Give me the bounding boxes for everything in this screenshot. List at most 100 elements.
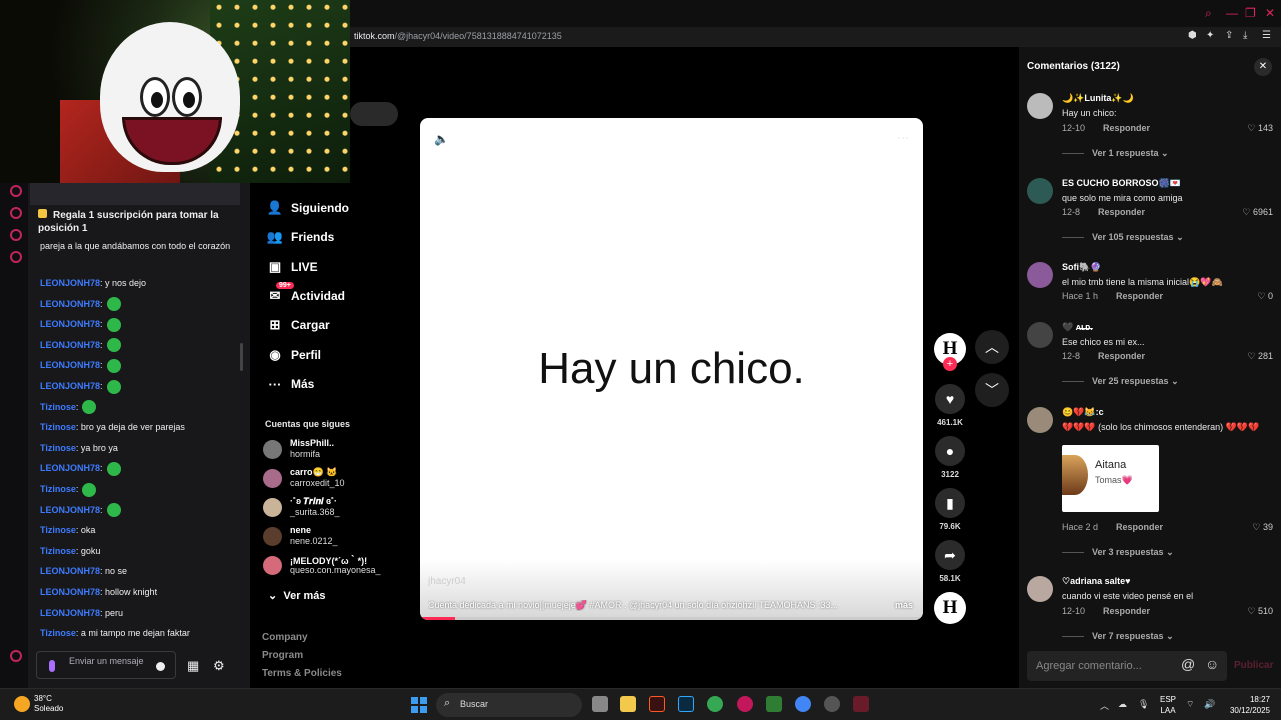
chat-username[interactable]: Tizinose — [40, 443, 76, 453]
store-icon[interactable]: ▦ — [187, 658, 199, 674]
reply-button[interactable]: Responder — [1103, 606, 1150, 616]
footer-link[interactable]: Terms & Policies — [262, 668, 342, 679]
more-options-icon[interactable]: ··· — [897, 130, 909, 144]
extensions-icon[interactable]: ✦ — [1206, 30, 1214, 41]
comment-likes[interactable]: ♡ 0 — [1257, 291, 1273, 302]
mic-icon[interactable]: 🎙 — [1138, 699, 1149, 710]
wifi-icon[interactable]: ⌔ — [1186, 699, 1194, 710]
top-pill-button[interactable] — [350, 102, 398, 126]
settings-icon[interactable]: ⚙ — [213, 658, 225, 674]
following-account[interactable]: MissPhill.. hormifa — [263, 436, 403, 462]
comment-author[interactable]: 🖤 ᴀ̶ʟ̶ᴅ̶. — [1062, 322, 1093, 333]
chat-username[interactable]: LEONJONH78 — [40, 340, 100, 350]
opera-gx-icon[interactable] — [824, 696, 840, 712]
chat-username[interactable]: LEONJONH78 — [40, 319, 100, 329]
nav-siguiendo[interactable]: 👤 Siguiendo — [264, 198, 349, 218]
taskbar-search[interactable]: ⌕ Buscar — [436, 693, 582, 717]
see-more-button[interactable]: ⌄ Ver más — [268, 589, 326, 602]
reply-button[interactable]: Responder — [1098, 351, 1145, 361]
comment-author[interactable]: 😊💔😹:c — [1062, 407, 1104, 418]
comment-likes[interactable]: ♡ 39 — [1252, 522, 1273, 533]
comment-likes[interactable]: ♡ 6961 — [1242, 207, 1273, 218]
chat-username[interactable]: LEONJONH78 — [40, 381, 100, 391]
publish-button[interactable]: Publicar — [1234, 660, 1273, 671]
nav-friends[interactable]: 👥 Friends — [264, 227, 334, 247]
comment-author[interactable]: 🌙✨Lunita✨🌙 — [1062, 93, 1134, 104]
reply-button[interactable]: Responder — [1098, 207, 1145, 217]
strip-icon[interactable] — [10, 185, 22, 197]
avatar[interactable] — [1027, 407, 1053, 433]
shield-icon[interactable]: ⬢ — [1188, 30, 1197, 41]
chat-username[interactable]: Tizinose — [40, 546, 76, 556]
task-view-icon[interactable] — [592, 696, 608, 712]
nav-live[interactable]: ▣ LIVE — [264, 257, 318, 277]
weather-widget[interactable]: 38°C Soleado — [14, 694, 63, 714]
share-icon[interactable]: ⇪ — [1225, 30, 1233, 41]
address-bar[interactable]: tiktok.com/@jhacyr04/video/7581318884741… — [350, 27, 1281, 47]
following-account[interactable]: nene nene.0212_ — [263, 523, 403, 549]
music-disc[interactable]: H — [934, 592, 966, 624]
menu-icon[interactable]: ☰ — [1262, 30, 1271, 41]
clock[interactable]: 18:27 30/12/2025 — [1222, 694, 1270, 716]
minimize-icon[interactable]: — — [1226, 6, 1238, 20]
chat-input[interactable]: Enviar un mensaje — [36, 651, 176, 679]
emote-picker-icon[interactable] — [156, 662, 165, 671]
comment-likes[interactable]: ♡ 281 — [1247, 351, 1273, 362]
avatar[interactable] — [1027, 93, 1053, 119]
nav-perfil[interactable]: ◉ Perfil — [264, 345, 321, 365]
download-icon[interactable]: ⤓ — [1243, 30, 1247, 41]
app-icon[interactable] — [853, 696, 869, 712]
bookmark-icon[interactable]: ▮ — [935, 488, 965, 518]
strip-icon[interactable] — [10, 650, 22, 662]
chat-username[interactable]: LEONJONH78 — [40, 278, 100, 288]
footer-link[interactable]: Program — [262, 650, 303, 661]
share-action[interactable]: ➦ 58.1K — [934, 540, 966, 583]
heart-icon[interactable]: ♥ — [935, 384, 965, 414]
chat-username[interactable]: Tizinose — [40, 628, 76, 638]
app-icon[interactable] — [766, 696, 782, 712]
sub-banner[interactable]: Regala 1 suscripción para tomar la posic… — [38, 209, 238, 235]
nav-actividad[interactable]: ✉ 99+ Actividad — [264, 282, 345, 306]
chat-username[interactable]: Tizinose — [40, 484, 76, 494]
comment-likes[interactable]: ♡ 143 — [1247, 123, 1273, 134]
nav-cargar[interactable]: ⊞ Cargar — [264, 315, 330, 335]
comment-attachment[interactable]: Aitana Tomas💗 — [1062, 445, 1159, 512]
video-progress[interactable] — [420, 617, 923, 620]
description-more-link[interactable]: más — [895, 600, 913, 610]
chat-username[interactable]: LEONJONH78 — [40, 360, 100, 370]
chat-username[interactable]: Tizinose — [40, 402, 76, 412]
following-account[interactable]: carro😁 🐱 carroxedit_10 — [263, 465, 403, 491]
mute-icon[interactable]: 🔈 — [434, 132, 449, 146]
emoji-icon[interactable]: ☺ — [1205, 656, 1219, 672]
photoshop-icon[interactable] — [678, 696, 694, 712]
next-video-button[interactable]: ﹀ — [975, 373, 1009, 407]
chrome-profile-icon[interactable] — [795, 696, 811, 712]
avatar[interactable] — [1027, 178, 1053, 204]
comment-likes[interactable]: ♡ 510 — [1247, 606, 1273, 617]
view-replies-button[interactable]: Ver 3 respuestas ⌄ — [1062, 547, 1174, 558]
mention-icon[interactable]: @ — [1181, 656, 1195, 672]
comment-icon[interactable]: ● — [935, 436, 965, 466]
author-avatar[interactable]: H + — [934, 333, 966, 371]
chat-username[interactable]: Tizinose — [40, 422, 76, 432]
language-indicator[interactable]: ESP LAA — [1160, 694, 1176, 716]
save-action[interactable]: ▮ 79.6K — [934, 488, 966, 531]
volume-icon[interactable]: 🔊 — [1204, 699, 1215, 710]
reply-button[interactable]: Responder — [1116, 291, 1163, 301]
browser-icon[interactable] — [737, 696, 753, 712]
chat-username[interactable]: LEONJONH78 — [40, 299, 100, 309]
avatar[interactable] — [1027, 262, 1053, 288]
strip-icon[interactable] — [10, 207, 22, 219]
reply-button[interactable]: Responder — [1103, 123, 1150, 133]
chat-username[interactable]: LEONJONH78 — [40, 505, 100, 515]
like-action[interactable]: ♥ 461.1K — [934, 384, 966, 427]
previous-video-button[interactable]: ︿ — [975, 330, 1009, 364]
chat-username[interactable]: LEONJONH78 — [40, 463, 100, 473]
close-icon[interactable]: ✕ — [1265, 6, 1275, 20]
comment-author[interactable]: Sofi🐘🔮 — [1062, 262, 1101, 273]
tray-chevron-icon[interactable]: ︿ — [1100, 699, 1109, 712]
avatar[interactable] — [1027, 322, 1053, 348]
view-replies-button[interactable]: Ver 7 respuestas ⌄ — [1062, 631, 1174, 642]
footer-link[interactable]: Company — [262, 632, 308, 643]
chat-username[interactable]: LEONJONH78 — [40, 566, 100, 576]
